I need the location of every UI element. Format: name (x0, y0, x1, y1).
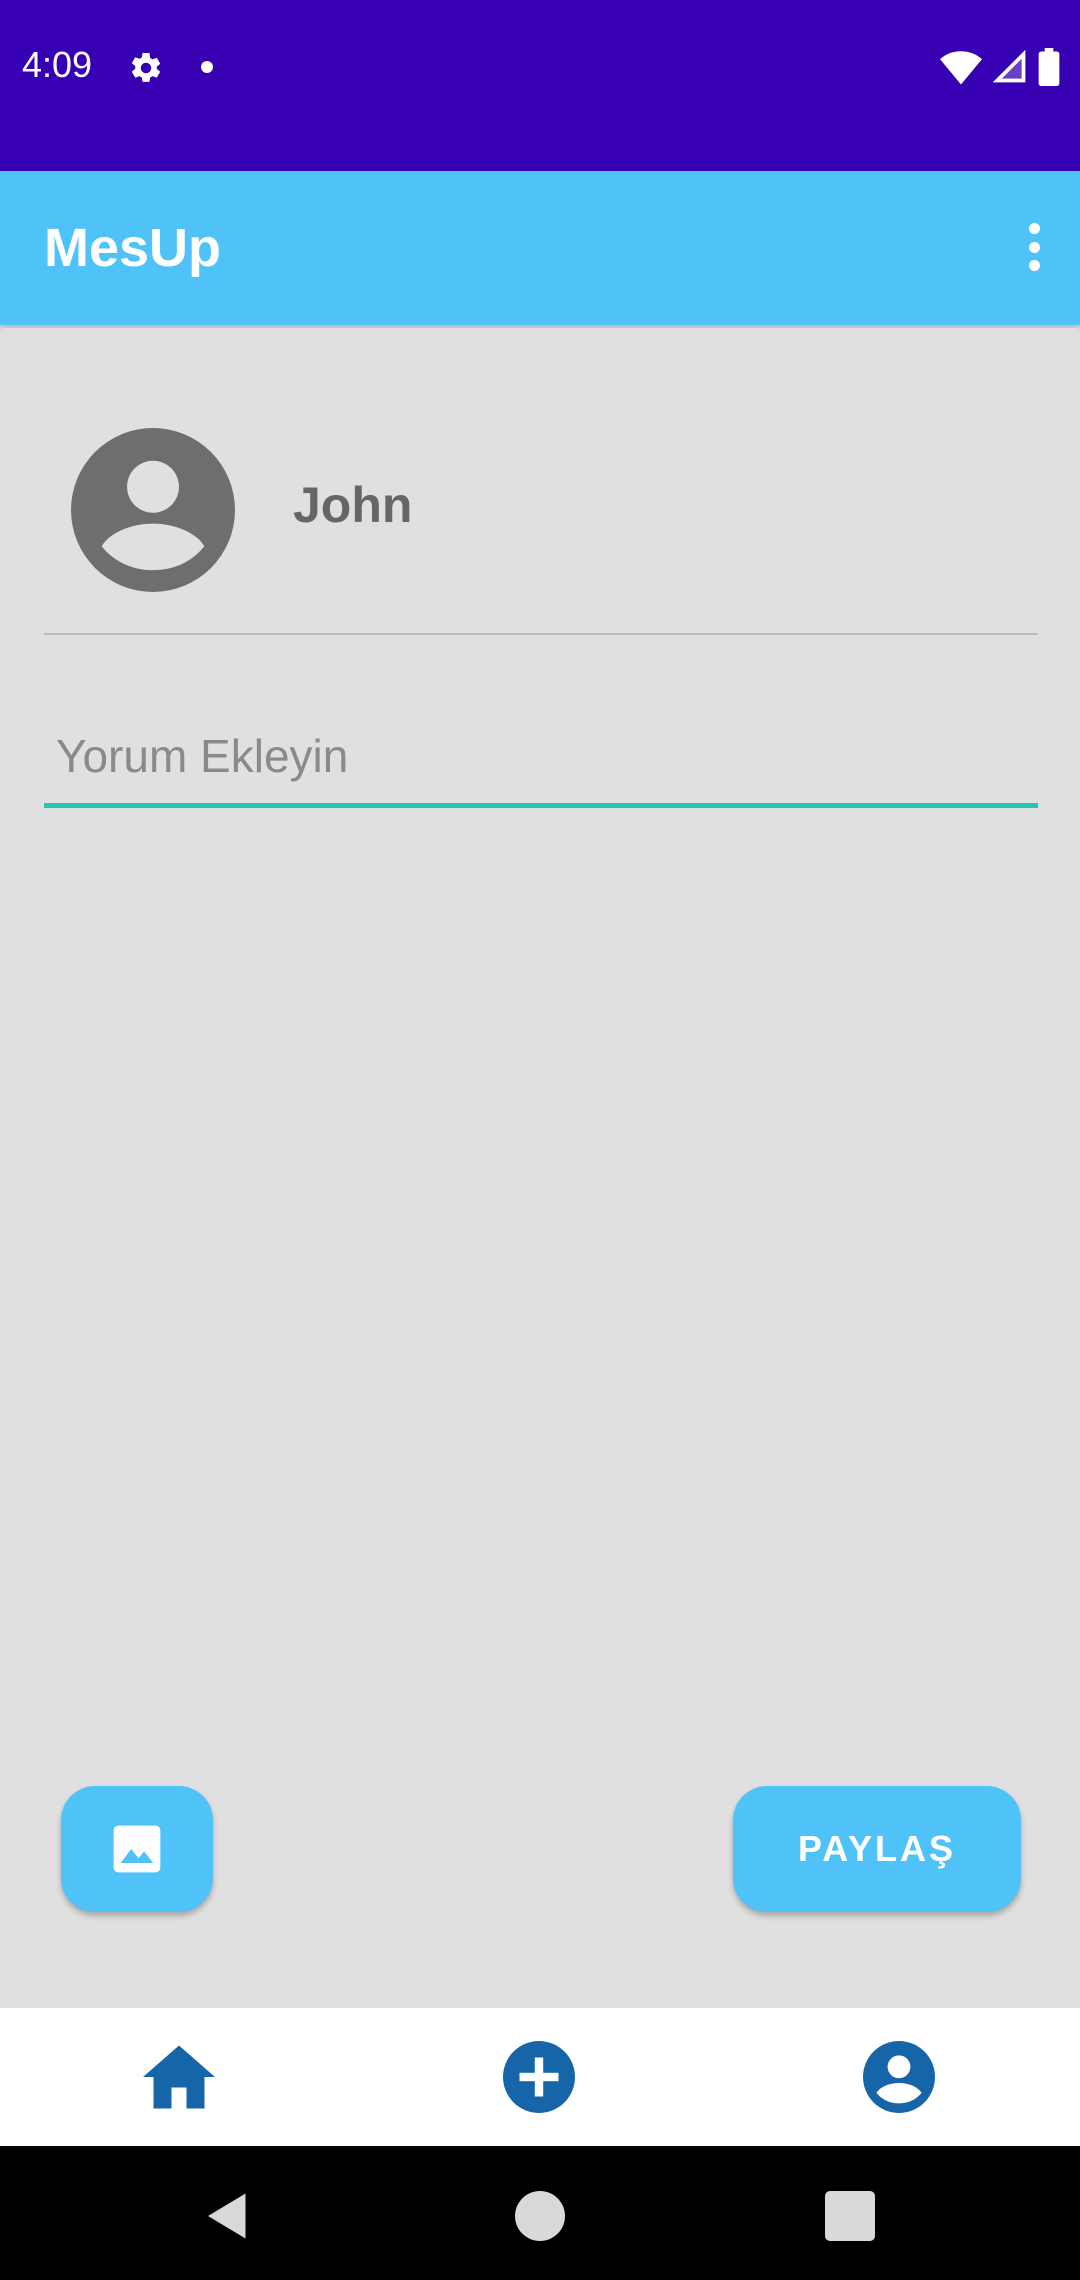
status-right-icons (940, 48, 1060, 86)
profile-icon (863, 2041, 935, 2113)
account-circle-icon (71, 428, 235, 592)
wifi-icon (940, 51, 982, 85)
home-icon (143, 2045, 215, 2109)
username: John (293, 477, 413, 533)
nav-profile[interactable] (854, 2032, 944, 2122)
post-composer: John PAYLAŞ (3, 328, 1077, 2008)
overflow-menu-icon[interactable] (1014, 217, 1054, 277)
app-title: MesUp (44, 218, 222, 278)
nav-add[interactable] (494, 2032, 584, 2122)
battery-icon (1038, 48, 1060, 86)
nav-home[interactable] (134, 2032, 224, 2122)
image-icon (113, 1825, 161, 1873)
home-circle-icon[interactable] (510, 2186, 570, 2246)
recents-icon[interactable] (820, 2186, 880, 2246)
signal-icon (992, 49, 1026, 83)
status-bar: 4:09 (0, 0, 1080, 171)
app-bar: MesUp (0, 171, 1080, 325)
system-navigation-bar (0, 2146, 1080, 2280)
add-image-button[interactable] (61, 1786, 213, 1912)
add-circle-icon (503, 2041, 575, 2113)
bottom-navigation (0, 2008, 1080, 2146)
status-time: 4:09 (22, 44, 93, 85)
divider (44, 633, 1038, 635)
comment-input[interactable] (44, 708, 1038, 808)
notification-dot-icon (201, 61, 213, 73)
back-icon[interactable] (198, 2186, 258, 2246)
share-button[interactable]: PAYLAŞ (733, 1786, 1021, 1912)
gear-icon (131, 52, 161, 82)
